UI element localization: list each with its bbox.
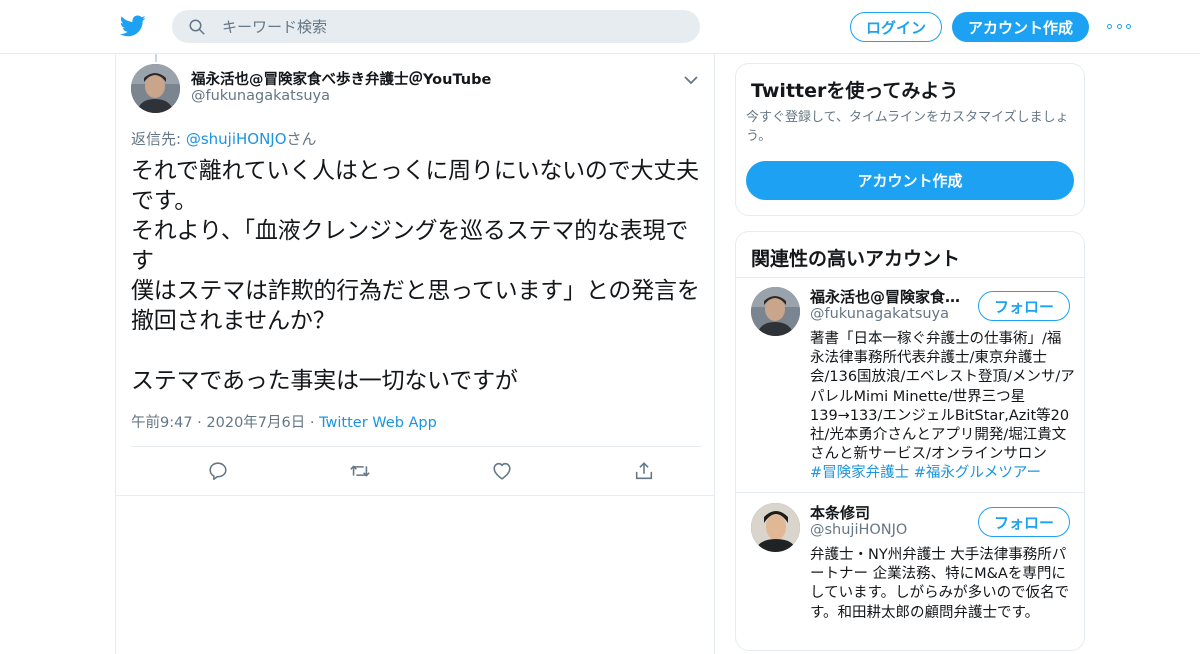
- tweet-time[interactable]: 午前9:47: [131, 415, 193, 431]
- account-display-name[interactable]: 本条修司: [810, 502, 870, 523]
- signup-card-description: 今すぐ登録して、タイムラインをカスタマイズしましょう。: [746, 110, 1069, 144]
- thread-connector-line: [155, 54, 157, 62]
- retweet-icon[interactable]: [349, 460, 371, 482]
- reply-suffix: さん: [286, 130, 317, 148]
- reply-to-mention-link[interactable]: @shujiHONJO: [186, 130, 287, 148]
- share-icon[interactable]: [633, 460, 655, 482]
- account-avatar[interactable]: [751, 287, 800, 336]
- account-bio: 著書「日本一稼ぐ弁護士の仕事術」/福永法律事務所代表弁護士/東京弁護士会/136…: [810, 330, 1075, 484]
- account-bio: 弁護士・NY州弁護士 大手法律事務所パートナー 企業法務、特にM&Aを専門にして…: [810, 546, 1075, 623]
- tweet-detail: 福永活也@冒険家食べ歩き弁護士＠YouTube @fukunagakatsuya…: [115, 54, 715, 654]
- account-bio-hashtags[interactable]: #冒険家弁護士 #福永グルメツアー: [810, 465, 1041, 481]
- account-display-name[interactable]: 福永活也@冒険家食べ歩き弁護士＠YouTube: [810, 286, 962, 307]
- tweet-metadata: 午前9:47 · 2020年7月6日 · Twitter Web App: [131, 411, 437, 432]
- tweet-actions-bar: [131, 447, 701, 495]
- more-options-icon[interactable]: [1107, 18, 1131, 34]
- signup-card: Twitterを使ってみよう 今すぐ登録して、タイムラインをカスタマイズしましょ…: [735, 63, 1085, 216]
- top-navigation-bar: ログイン アカウント作成: [0, 0, 1200, 54]
- tweet-source-app[interactable]: Twitter Web App: [319, 415, 437, 431]
- author-display-name[interactable]: 福永活也@冒険家食べ歩き弁護士＠YouTube: [191, 68, 491, 89]
- account-bio-text: 著書「日本一稼ぐ弁護士の仕事術」/福永法律事務所代表弁護士/東京弁護士会/136…: [810, 331, 1075, 463]
- reply-icon[interactable]: [207, 460, 229, 482]
- meta-separator: ·: [309, 415, 315, 431]
- divider: [116, 495, 714, 496]
- signup-button[interactable]: アカウント作成: [952, 12, 1089, 42]
- tweet-text: それで離れていく人はとっくに周りにいないので大丈夫です。 それより、「血液クレン…: [131, 158, 700, 394]
- search-input[interactable]: [222, 17, 662, 36]
- related-account-item[interactable]: 福永活也@冒険家食べ歩き弁護士＠YouTube @fukunagakatsuya…: [736, 277, 1084, 492]
- related-accounts-card: 関連性の高いアカウント 福永活也@冒険家食べ歩き弁護士＠YouTube @fuk…: [735, 231, 1085, 651]
- related-accounts-title: 関連性の高いアカウント: [751, 248, 961, 270]
- follow-button[interactable]: フォロー: [978, 291, 1070, 321]
- account-bio-text: 弁護士・NY州弁護士 大手法律事務所パートナー 企業法務、特にM&Aを専門にして…: [810, 547, 1070, 621]
- login-button[interactable]: ログイン: [850, 12, 942, 42]
- search-icon: [189, 19, 205, 34]
- account-handle[interactable]: @shujiHONJO: [810, 522, 907, 538]
- signup-card-title: Twitterを使ってみよう: [751, 80, 959, 102]
- reply-to-line: 返信先: @shujiHONJOさん: [131, 128, 317, 149]
- tweet-date[interactable]: 2020年7月6日: [206, 415, 305, 431]
- author-avatar[interactable]: [131, 64, 180, 113]
- author-handle[interactable]: @fukunagakatsuya: [191, 88, 330, 104]
- search-box[interactable]: [172, 10, 700, 43]
- chevron-down-icon[interactable]: [684, 70, 698, 85]
- account-handle[interactable]: @fukunagakatsuya: [810, 306, 949, 322]
- twitter-bird-logo-icon[interactable]: [119, 13, 146, 39]
- related-account-item[interactable]: 本条修司 @shujiHONJO フォロー 弁護士・NY州弁護士 大手法律事務所…: [736, 493, 1084, 650]
- account-avatar[interactable]: [751, 503, 800, 552]
- like-icon[interactable]: [491, 460, 513, 482]
- reply-prefix: 返信先:: [131, 130, 186, 148]
- meta-separator: ·: [197, 415, 202, 431]
- follow-button[interactable]: フォロー: [978, 507, 1070, 537]
- create-account-button[interactable]: アカウント作成: [746, 161, 1074, 200]
